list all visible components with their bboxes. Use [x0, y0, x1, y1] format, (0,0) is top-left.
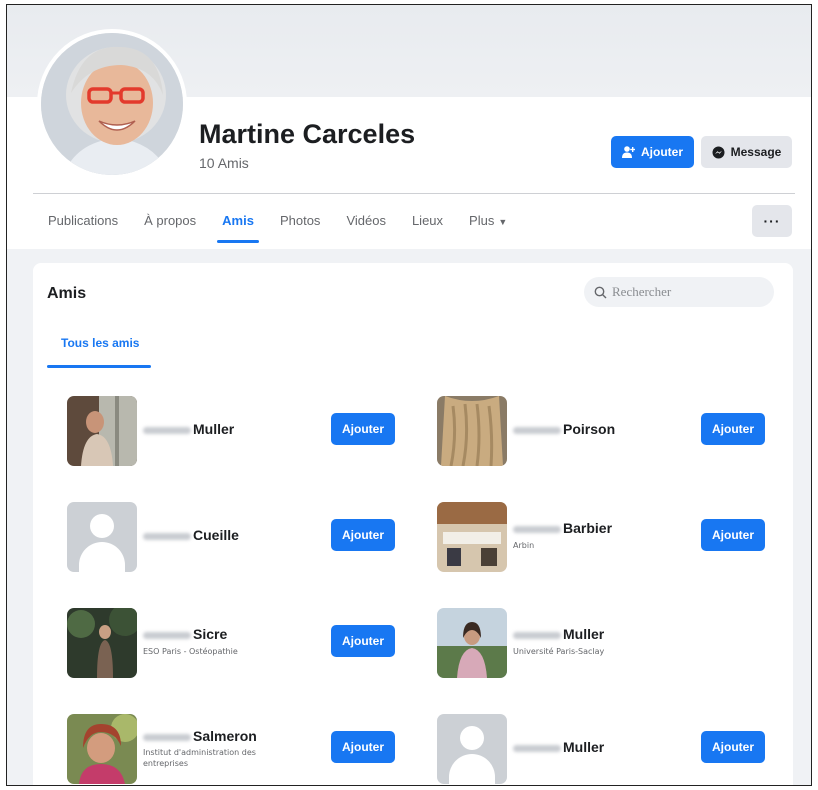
- section-title: Amis: [47, 285, 87, 302]
- page-frame: Martine Carceles 10 Amis Ajouter Message…: [6, 4, 812, 786]
- friend-photo[interactable]: [67, 502, 137, 572]
- profile-tabs: Publications À propos Amis Photos Vidéos…: [33, 203, 520, 243]
- tab-label: Plus: [469, 213, 495, 228]
- redacted-first-name: [143, 532, 191, 540]
- friend-name[interactable]: Cueille: [143, 527, 239, 543]
- tab-plus[interactable]: Plus ▼: [456, 203, 520, 243]
- tab-a-propos[interactable]: À propos: [131, 203, 209, 243]
- friend-subtitle: Université Paris-Saclay: [513, 647, 605, 656]
- profile-name: Martine Carceles: [199, 119, 416, 149]
- add-friend-icon: [622, 146, 635, 158]
- friend-name[interactable]: Muller: [513, 626, 604, 642]
- friend-item: Sicre ESO Paris - Ostéopathie Ajouter: [67, 606, 407, 680]
- redacted-first-name: [143, 733, 191, 741]
- tab-amis[interactable]: Amis: [209, 203, 267, 243]
- tab-label: Publications: [48, 213, 119, 228]
- search-icon: [594, 286, 607, 298]
- friend-photo[interactable]: [67, 714, 137, 784]
- friend-item: Muller Ajouter: [437, 712, 777, 785]
- tab-videos[interactable]: Vidéos: [333, 203, 399, 243]
- chevron-down-icon: ▼: [498, 217, 508, 227]
- tab-lieux[interactable]: Lieux: [399, 203, 456, 243]
- friend-photo[interactable]: [437, 714, 507, 784]
- friend-subtitle: Institut d'administration des entreprise…: [143, 748, 256, 768]
- redacted-first-name: [513, 525, 561, 533]
- default-avatar-icon: [437, 714, 507, 784]
- friend-count[interactable]: 10 Amis: [199, 155, 249, 171]
- friend-last-name: Muller: [193, 421, 235, 437]
- add-friend-button[interactable]: Ajouter: [331, 519, 395, 551]
- add-friend-button[interactable]: Ajouter: [331, 413, 395, 445]
- friend-item: Salmeron Institut d'administration des e…: [67, 712, 407, 785]
- friend-subtitle: Arbin: [513, 541, 535, 550]
- friend-name[interactable]: Sicre: [143, 626, 227, 642]
- add-friend-button[interactable]: Ajouter: [701, 519, 765, 551]
- friend-photo-image: [437, 502, 507, 572]
- redacted-first-name: [513, 744, 561, 752]
- friend-item: Muller Ajouter: [67, 394, 407, 468]
- friend-photo[interactable]: [437, 396, 507, 466]
- redacted-first-name: [143, 426, 191, 434]
- header-divider: [33, 193, 795, 194]
- friend-item: Muller Université Paris-Saclay: [437, 606, 777, 680]
- friend-photo-image: [67, 608, 137, 678]
- friend-name[interactable]: Barbier: [513, 520, 612, 536]
- friend-photo-image: [67, 396, 137, 466]
- search-box[interactable]: [584, 277, 774, 307]
- add-friend-button[interactable]: Ajouter: [611, 136, 694, 168]
- friend-photo-image: [67, 714, 137, 784]
- friend-name[interactable]: Salmeron: [143, 728, 257, 744]
- friend-last-name: Poirson: [563, 421, 616, 437]
- friend-name[interactable]: Muller: [513, 739, 604, 755]
- more-options-button[interactable]: ···: [752, 205, 792, 237]
- add-friend-button[interactable]: Ajouter: [701, 413, 765, 445]
- friend-photo-image: [437, 608, 507, 678]
- friend-name[interactable]: Muller: [143, 421, 234, 437]
- friend-photo[interactable]: [437, 502, 507, 572]
- friend-item: Cueille Ajouter: [67, 500, 407, 574]
- friend-photo[interactable]: [67, 608, 137, 678]
- default-avatar-icon: [67, 502, 137, 572]
- search-input[interactable]: [612, 284, 762, 300]
- tab-label: Lieux: [411, 213, 444, 228]
- add-friend-button[interactable]: Ajouter: [331, 625, 395, 657]
- friend-photo[interactable]: [67, 396, 137, 466]
- add-friend-button[interactable]: Ajouter: [331, 731, 395, 763]
- profile-picture[interactable]: [37, 29, 187, 179]
- friend-last-name: Sicre: [193, 626, 228, 642]
- friend-item: Barbier Arbin Ajouter: [437, 500, 777, 574]
- message-label: Message: [730, 145, 782, 159]
- friend-item: Poirson Ajouter: [437, 394, 777, 468]
- friend-last-name: Cueille: [193, 527, 239, 543]
- tab-label: Vidéos: [346, 213, 386, 228]
- add-friend-label: Ajouter: [641, 145, 683, 159]
- add-friend-button[interactable]: Ajouter: [701, 731, 765, 763]
- friend-photo[interactable]: [437, 608, 507, 678]
- tab-publications[interactable]: Publications: [33, 203, 131, 243]
- message-button[interactable]: Message: [701, 136, 792, 168]
- friend-photo-image: [437, 396, 507, 466]
- friend-last-name: Barbier: [563, 520, 613, 536]
- more-icon: ···: [763, 213, 781, 229]
- friends-card: Amis Tous les amis Muller Ajouter: [33, 263, 793, 785]
- redacted-first-name: [513, 426, 561, 434]
- friend-subtitle: ESO Paris - Ostéopathie: [143, 647, 238, 656]
- redacted-first-name: [143, 631, 191, 639]
- friend-last-name: Muller: [563, 626, 605, 642]
- tab-tous-les-amis[interactable]: Tous les amis: [47, 327, 151, 368]
- tab-label: Photos: [279, 213, 321, 228]
- tab-label: À propos: [144, 213, 197, 228]
- friend-last-name: Salmeron: [193, 728, 257, 744]
- friend-name[interactable]: Poirson: [513, 421, 615, 437]
- tab-photos[interactable]: Photos: [267, 203, 333, 243]
- tab-label: Amis: [222, 213, 254, 228]
- messenger-icon: [712, 146, 725, 158]
- friend-last-name: Muller: [563, 739, 605, 755]
- redacted-first-name: [513, 631, 561, 639]
